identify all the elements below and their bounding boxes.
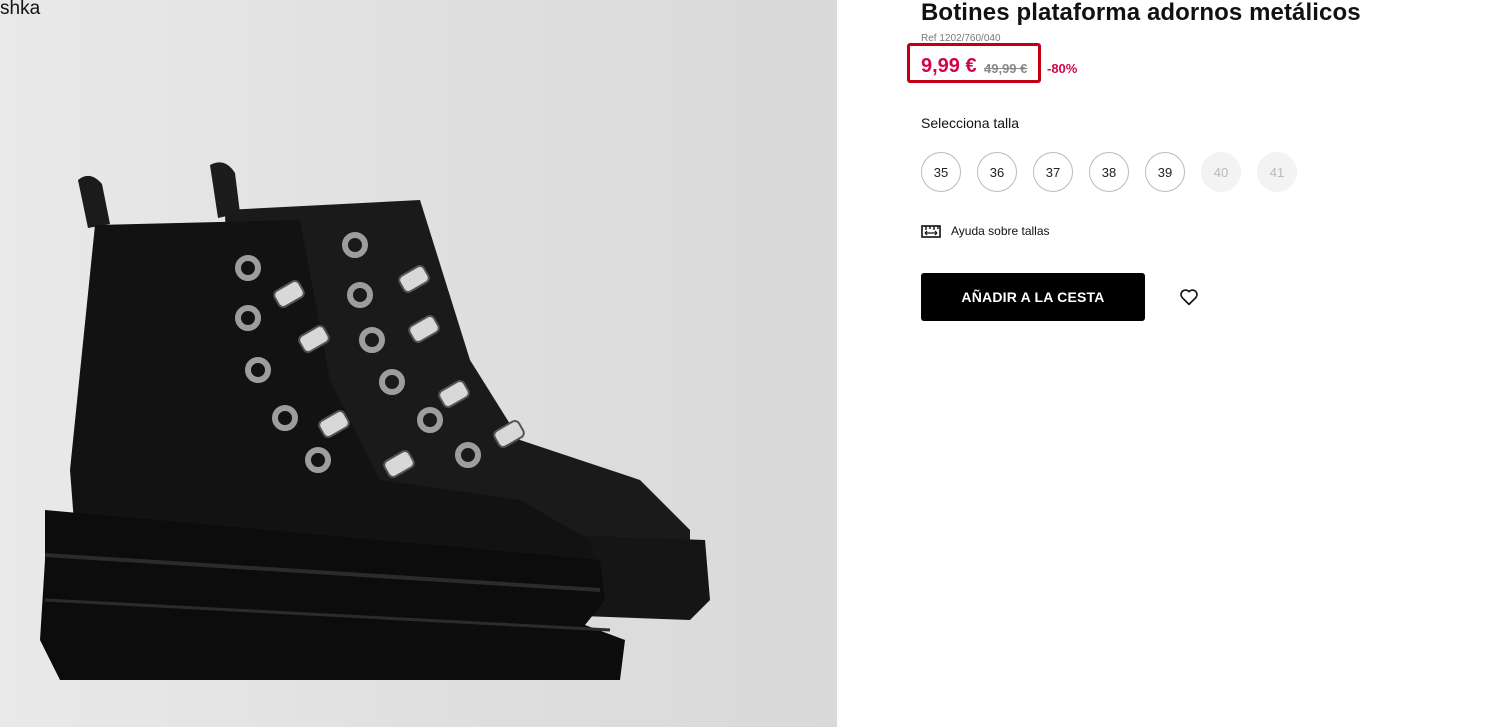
size-option-36[interactable]: 36 <box>977 152 1017 192</box>
add-to-cart-button[interactable]: AÑADIR A LA CESTA <box>921 273 1145 321</box>
discount-badge: -80% <box>1047 61 1078 76</box>
size-option-35[interactable]: 35 <box>921 152 961 192</box>
size-selector-label: Selecciona talla <box>921 115 1020 131</box>
size-option-40: 40 <box>1201 152 1241 192</box>
product-image-boots <box>40 162 710 680</box>
ruler-icon <box>921 225 941 238</box>
current-price: 9,99 € <box>921 55 977 77</box>
product-title: Botines plataforma adornos metálicos <box>921 0 1361 26</box>
product-image-panel[interactable]: shka <box>0 0 837 727</box>
size-option-37[interactable]: 37 <box>1033 152 1073 192</box>
wishlist-button[interactable] <box>1176 284 1202 310</box>
size-help-link[interactable]: Ayuda sobre tallas <box>921 223 1050 239</box>
size-option-41: 41 <box>1257 152 1297 192</box>
size-option-38[interactable]: 38 <box>1089 152 1129 192</box>
heart-icon <box>1180 289 1198 306</box>
original-price: 49,99 € <box>984 61 1028 76</box>
size-selector: 35 36 37 38 39 40 41 <box>921 152 1297 192</box>
size-help-label: Ayuda sobre tallas <box>951 224 1050 238</box>
size-option-39[interactable]: 39 <box>1145 152 1185 192</box>
